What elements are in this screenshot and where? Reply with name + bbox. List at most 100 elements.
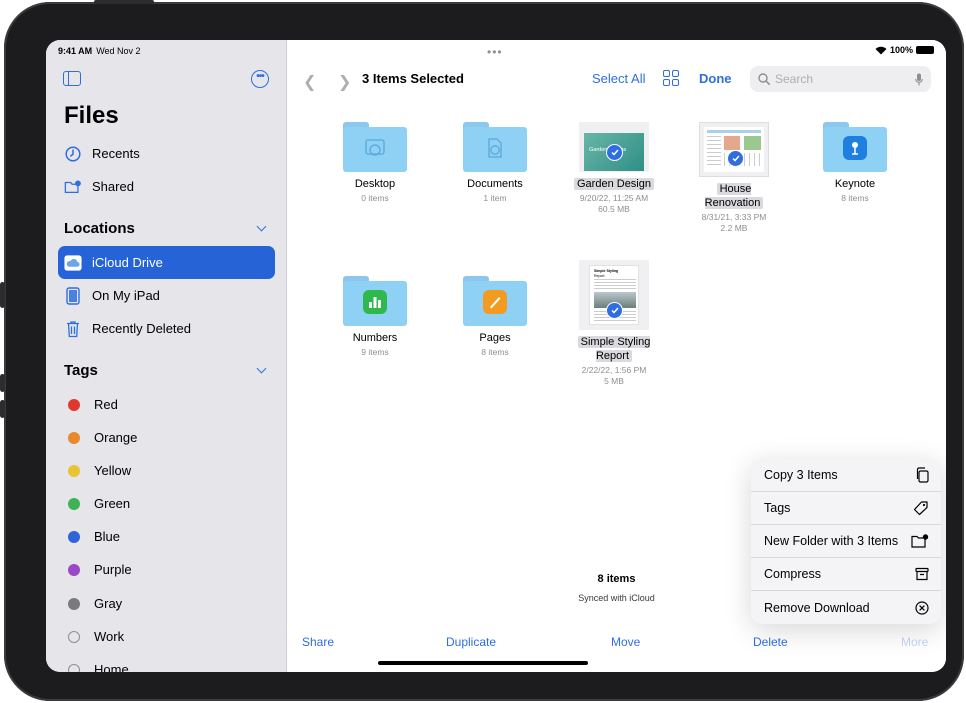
file-name-highlight: Garden Design	[574, 178, 654, 190]
duplicate-button[interactable]: Duplicate	[446, 635, 496, 649]
file-tile-house-renovation[interactable]: House Renovation 8/31/21, 3:33 PM 2.2 MB	[679, 122, 789, 234]
done-button[interactable]: Done	[699, 71, 732, 86]
sidebar-item-recently-deleted[interactable]: Recently Deleted	[58, 312, 275, 345]
file-name: Documents	[467, 178, 523, 190]
volume-button	[0, 282, 5, 308]
move-button[interactable]: Move	[611, 635, 640, 649]
tag-label: Purple	[94, 562, 132, 577]
sidebar-tag-gray[interactable]: Gray	[58, 587, 275, 620]
menu-item-compress[interactable]: Compress	[751, 558, 941, 591]
sidebar-tag-blue[interactable]: Blue	[58, 520, 275, 553]
forward-chevron-icon[interactable]: ❯	[338, 72, 351, 92]
sidebar-item-on-my-ipad[interactable]: On My iPad	[58, 279, 275, 312]
file-meta: 8 items	[841, 193, 869, 203]
more-button[interactable]: More	[901, 635, 928, 649]
sidebar-tag-yellow[interactable]: Yellow	[58, 454, 275, 487]
file-name: Keynote	[834, 178, 876, 190]
file-tile-pages[interactable]: Pages 8 items	[440, 276, 550, 358]
sidebar-tag-red[interactable]: Red	[58, 388, 275, 421]
selected-check-icon	[606, 144, 623, 161]
file-tile-documents[interactable]: Documents 1 item	[440, 122, 550, 204]
file-name: Simple Styling Report	[559, 335, 669, 363]
menu-item-label: Tags	[764, 501, 791, 515]
ipad-frame: 9:41 AM Wed Nov 2 ••• Files Recents Share…	[0, 0, 964, 701]
sidebar-item-shared[interactable]: Shared	[58, 170, 275, 203]
tag-color-dot	[68, 431, 80, 444]
file-name-highlight: House Renovation	[704, 183, 764, 209]
context-menu: Copy 3 Items Tags New Folder with 3 Item…	[751, 459, 941, 624]
locations-header[interactable]: Locations	[64, 220, 269, 237]
back-chevron-icon[interactable]: ❮	[303, 72, 316, 92]
chevron-down-icon[interactable]	[256, 221, 267, 232]
new-folder-icon	[911, 534, 929, 548]
thumbnail-text: Report	[594, 274, 605, 278]
tag-label: Orange	[94, 430, 138, 445]
file-tile-simple-styling-report[interactable]: Simple Styling Report Simple Styling Rep…	[559, 260, 669, 387]
sidebar-tag-purple[interactable]: Purple	[58, 553, 275, 586]
file-tile-desktop[interactable]: Desktop 0 items	[320, 122, 430, 204]
date: Wed Nov 2	[96, 46, 141, 56]
folder-icon	[463, 122, 527, 172]
battery-percent: 100%	[889, 45, 913, 55]
wifi-icon	[875, 46, 887, 54]
pages-icon	[483, 290, 507, 314]
file-tile-garden-design[interactable]: Garden Rooms Garden Design 9/20/22, 11:2…	[559, 122, 669, 215]
menu-item-copy[interactable]: Copy 3 Items	[751, 459, 941, 492]
sidebar-item-label: On My iPad	[92, 288, 160, 303]
microphone-icon[interactable]	[915, 73, 923, 86]
file-thumbnail: Simple Styling Report	[579, 260, 649, 330]
more-options-icon[interactable]: •••	[251, 70, 269, 88]
home-indicator[interactable]	[378, 661, 588, 665]
sidebar-tag-work[interactable]: Work	[58, 620, 275, 653]
thumbnail-text: Simple Styling	[594, 269, 619, 273]
file-meta: 2/22/22, 1:56 PM	[581, 365, 647, 375]
tag-color-dot	[68, 497, 80, 510]
file-meta: 9 items	[361, 347, 389, 357]
file-name: Garden Design	[559, 177, 669, 191]
ipad-icon	[64, 286, 82, 305]
battery-icon	[916, 46, 934, 54]
sidebar-tag-green[interactable]: Green	[58, 487, 275, 520]
screen: 9:41 AM Wed Nov 2 ••• Files Recents Share…	[46, 40, 946, 672]
file-size: 60.5 MB	[598, 204, 630, 214]
shared-folder-icon	[64, 178, 82, 196]
sidebar-tag-orange[interactable]: Orange	[58, 421, 275, 454]
select-all-button[interactable]: Select All	[592, 71, 645, 86]
menu-item-remove-download[interactable]: Remove Download	[751, 591, 941, 624]
file-tile-keynote[interactable]: Keynote 8 items	[800, 122, 910, 204]
sidebar-item-recents[interactable]: Recents	[58, 137, 275, 170]
search-field[interactable]	[750, 66, 931, 92]
chevron-down-icon[interactable]	[256, 363, 267, 374]
search-input[interactable]	[775, 72, 915, 86]
grid-view-icon[interactable]	[663, 70, 679, 86]
tag-label: Green	[94, 496, 131, 511]
multitasking-indicator[interactable]: •••	[487, 45, 503, 59]
sidebar-item-icloud-drive[interactable]: iCloud Drive	[58, 246, 275, 279]
top-button	[94, 0, 154, 4]
archive-icon	[915, 567, 929, 581]
tag-color-dot	[68, 630, 80, 643]
tags-header[interactable]: Tags	[64, 362, 269, 379]
menu-item-new-folder[interactable]: New Folder with 3 Items	[751, 525, 941, 558]
remove-circle-icon	[915, 600, 929, 615]
folder-icon	[823, 122, 887, 172]
page-title: 3 Items Selected	[362, 71, 464, 86]
file-name-highlight: Simple Styling Report	[577, 336, 651, 362]
menu-item-label: Copy 3 Items	[764, 468, 838, 482]
tag-label: Work	[94, 629, 125, 644]
sidebar-item-label: Shared	[92, 179, 134, 194]
search-icon	[758, 73, 770, 85]
folder-icon	[343, 276, 407, 326]
tag-color-dot	[68, 464, 80, 477]
menu-item-tags[interactable]: Tags	[751, 492, 941, 525]
sidebar-item-label: iCloud Drive	[92, 255, 163, 270]
clock-icon	[64, 145, 82, 163]
share-button[interactable]: Share	[302, 635, 334, 649]
file-tile-numbers[interactable]: Numbers 9 items	[320, 276, 430, 358]
sidebar: 9:41 AM Wed Nov 2 ••• Files Recents Share…	[46, 40, 287, 672]
sidebar-toggle-icon[interactable]	[63, 71, 81, 86]
file-meta: 8 items	[481, 347, 509, 357]
delete-button[interactable]: Delete	[753, 635, 788, 649]
sidebar-tag-home[interactable]: Home	[58, 653, 275, 672]
tag-color-dot	[68, 530, 80, 543]
